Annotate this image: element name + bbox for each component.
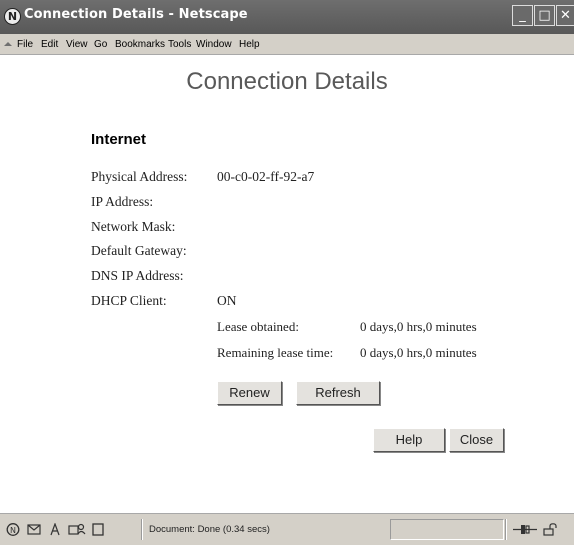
menu-bar: File Edit View Go Bookmarks Tools Window…: [0, 34, 574, 55]
page-title: Connection Details: [186, 68, 388, 95]
ip-address-label: IP Address:: [91, 194, 154, 209]
remaining-lease-label: Remaining lease time:: [217, 345, 334, 360]
netscape-icon[interactable]: N: [6, 523, 20, 536]
close-button[interactable]: Close: [449, 428, 504, 452]
menubar-grip-icon[interactable]: [4, 42, 12, 46]
section-title-internet: Internet: [91, 131, 147, 148]
mail-icon[interactable]: [27, 523, 41, 536]
close-window-button[interactable]: ✕: [556, 5, 574, 26]
page-content: Connection Details Internet Physical Add…: [0, 55, 574, 513]
status-separator: [505, 519, 507, 540]
browser-window: N Connection Details - Netscape _ □ ✕ Fi…: [0, 0, 574, 545]
connection-icon[interactable]: [512, 523, 538, 536]
menu-tools[interactable]: Tools: [168, 39, 191, 50]
lease-obtained-value: 0 days,0 hrs,0 minutes: [360, 319, 477, 334]
address-book-icon[interactable]: [68, 523, 86, 536]
remaining-lease-value: 0 days,0 hrs,0 minutes: [360, 345, 477, 360]
dns-ip-address-label: DNS IP Address:: [91, 268, 184, 283]
composer-icon[interactable]: [48, 522, 62, 536]
svg-text:N: N: [10, 526, 16, 535]
dhcp-client-value: ON: [217, 293, 237, 308]
refresh-button[interactable]: Refresh: [296, 381, 380, 405]
window-title: Connection Details - Netscape: [24, 7, 248, 22]
status-bar: N Document: Done (0.34 secs): [0, 513, 574, 545]
lock-icon[interactable]: [543, 523, 561, 536]
status-text: Document: Done (0.34 secs): [149, 524, 270, 535]
lease-obtained-label: Lease obtained:: [217, 319, 299, 334]
menu-window[interactable]: Window: [196, 39, 232, 50]
default-gateway-label: Default Gateway:: [91, 243, 187, 258]
dhcp-client-label: DHCP Client:: [91, 293, 167, 308]
minimize-button[interactable]: _: [512, 5, 533, 26]
menu-edit[interactable]: Edit: [41, 39, 58, 50]
menu-file[interactable]: File: [17, 39, 33, 50]
menu-go[interactable]: Go: [94, 39, 107, 50]
menu-help[interactable]: Help: [239, 39, 260, 50]
status-separator: [141, 519, 143, 540]
physical-address-label: Physical Address:: [91, 169, 188, 184]
title-bar: N Connection Details - Netscape _ □ ✕: [0, 0, 574, 34]
progress-area: [390, 519, 504, 540]
maximize-button[interactable]: □: [534, 5, 555, 26]
physical-address-value: 00-c0-02-ff-92-a7: [217, 169, 315, 184]
help-button[interactable]: Help: [373, 428, 445, 452]
network-mask-label: Network Mask:: [91, 219, 176, 234]
menu-view[interactable]: View: [66, 39, 88, 50]
netscape-logo-icon: N: [4, 8, 21, 25]
page-icon[interactable]: [91, 523, 105, 536]
menu-bookmarks[interactable]: Bookmarks: [115, 39, 165, 50]
renew-button[interactable]: Renew: [217, 381, 282, 405]
